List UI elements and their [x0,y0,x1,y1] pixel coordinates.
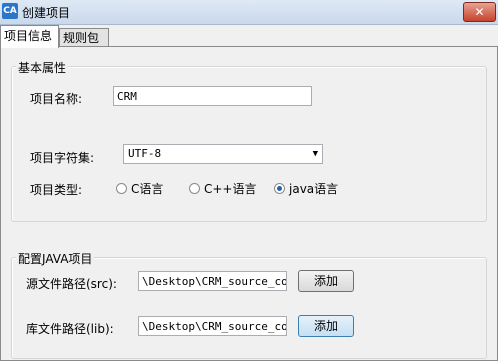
close-button[interactable]: ✕ [463,2,496,22]
lib-path-label: 库文件路径(lib): [26,322,114,336]
radio-selected-icon[interactable] [274,183,285,194]
window-title: 创建项目 [22,6,71,20]
lib-path-input[interactable]: \Desktop\CRM_source_code [138,316,287,336]
java-config-group: 配置JAVA项目 源文件路径(src): \Desktop\CRM_source… [11,250,487,359]
group-title-java: 配置JAVA项目 [16,250,95,267]
radio-c[interactable]: C语言 [116,180,163,197]
tab-rule-package[interactable]: 规则包 [59,28,109,47]
radio-cpp[interactable]: C++语言 [189,180,257,197]
project-name-label: 项目名称: [30,92,83,106]
add-lib-button[interactable]: 添加 [298,315,354,337]
radio-c-label: C语言 [131,182,164,196]
tab-panel: 基本属性 项目名称: CRM 项目字符集: UTF-8 ▼ 项目类型: C语言 … [0,46,498,361]
charset-select[interactable]: UTF-8 ▼ [123,144,323,164]
project-type-label: 项目类型: [30,183,83,197]
charset-label: 项目字符集: [30,151,95,165]
charset-selected-value: UTF-8 [128,147,162,160]
radio-cpp-label: C++语言 [204,182,257,196]
project-name-input[interactable]: CRM [113,86,312,106]
radio-java-label: java语言 [289,182,339,196]
basic-attributes-group: 基本属性 项目名称: CRM 项目字符集: UTF-8 ▼ 项目类型: C语言 … [11,59,487,222]
dropdown-arrow-icon[interactable]: ▼ [313,145,318,163]
title-bar: CA 创建项目 ✕ [0,0,498,25]
radio-icon[interactable] [116,183,127,194]
src-path-input[interactable]: \Desktop\CRM_source_code [138,271,287,291]
radio-icon[interactable] [189,183,200,194]
group-title-basic: 基本属性 [16,59,69,76]
src-path-label: 源文件路径(src): [26,277,117,291]
tab-project-info[interactable]: 项目信息 [0,25,59,48]
add-src-button[interactable]: 添加 [298,270,354,292]
radio-java[interactable]: java语言 [274,180,338,197]
app-logo-icon: CA [2,3,18,19]
